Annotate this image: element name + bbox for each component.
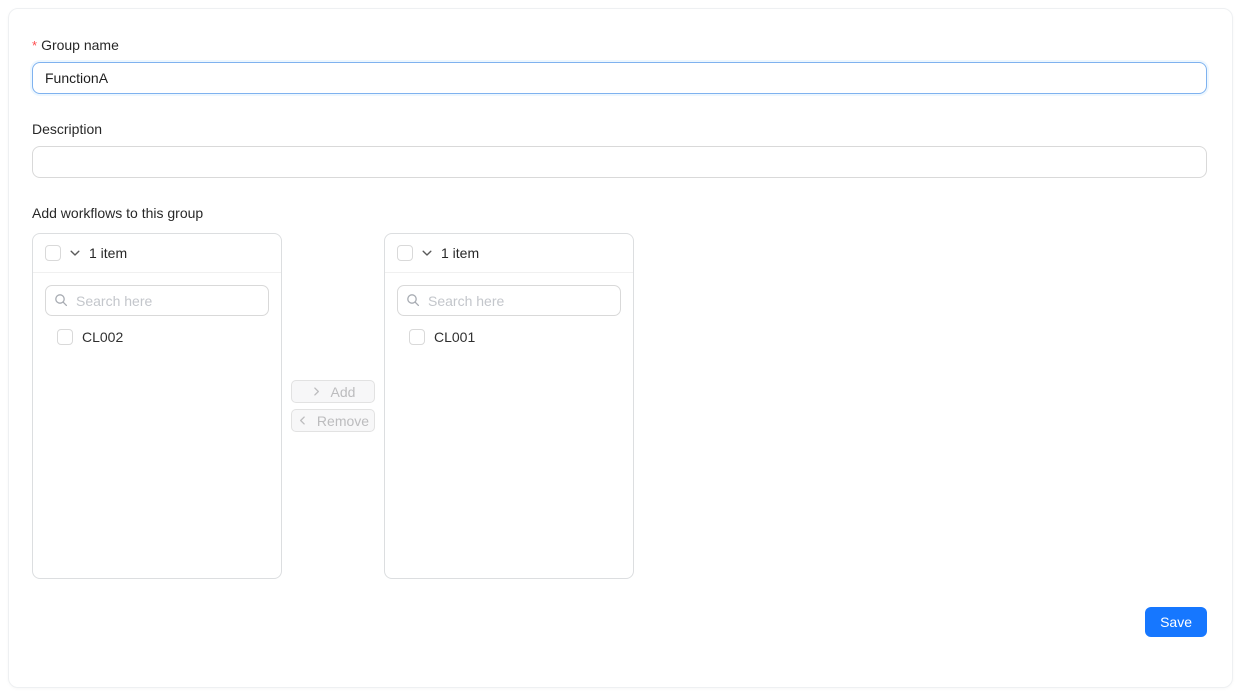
remove-button[interactable]: Remove xyxy=(291,409,375,432)
target-panel-header: 1 item xyxy=(385,234,633,273)
transfer-operations: Add Remove xyxy=(282,233,384,579)
required-asterisk: * xyxy=(32,38,37,53)
group-name-label: * Group name xyxy=(32,37,1207,53)
item-checkbox[interactable] xyxy=(409,329,425,345)
source-panel-header: 1 item xyxy=(33,234,281,273)
transfer-source-panel: 1 item CL002 xyxy=(32,233,282,579)
description-label-text: Description xyxy=(32,121,102,137)
item-label: CL001 xyxy=(434,329,475,345)
target-item-list: CL001 xyxy=(397,316,621,353)
add-button-label: Add xyxy=(331,384,356,400)
workflow-transfer: 1 item CL002 xyxy=(32,233,1207,579)
list-item[interactable]: CL001 xyxy=(397,321,621,353)
search-icon xyxy=(54,293,68,310)
item-label: CL002 xyxy=(82,329,123,345)
search-icon xyxy=(406,293,420,310)
target-search-box xyxy=(397,285,621,316)
source-select-all-checkbox[interactable] xyxy=(45,245,61,261)
description-label: Description xyxy=(32,121,1207,137)
item-checkbox[interactable] xyxy=(57,329,73,345)
source-search-box xyxy=(45,285,269,316)
workflows-label-text: Add workflows to this group xyxy=(32,205,203,221)
transfer-target-panel: 1 item CL001 xyxy=(384,233,634,579)
group-form-card: * Group name Description Add workflows t… xyxy=(8,8,1233,688)
source-count-label: 1 item xyxy=(89,245,127,261)
target-select-all-checkbox[interactable] xyxy=(397,245,413,261)
chevron-right-icon xyxy=(311,386,322,397)
chevron-down-icon[interactable] xyxy=(421,247,433,259)
source-search-input[interactable] xyxy=(45,285,269,316)
workflows-label: Add workflows to this group xyxy=(32,205,1207,221)
add-button[interactable]: Add xyxy=(291,380,375,403)
source-item-list: CL002 xyxy=(45,316,269,353)
chevron-down-icon[interactable] xyxy=(69,247,81,259)
target-count-label: 1 item xyxy=(441,245,479,261)
group-name-input[interactable] xyxy=(32,62,1207,94)
remove-button-label: Remove xyxy=(317,413,369,429)
save-button[interactable]: Save xyxy=(1145,607,1207,637)
list-item[interactable]: CL002 xyxy=(45,321,269,353)
form-footer: Save xyxy=(32,607,1207,637)
group-name-label-text: Group name xyxy=(41,37,119,53)
chevron-left-icon xyxy=(297,415,308,426)
description-input[interactable] xyxy=(32,146,1207,178)
target-panel-body: CL001 xyxy=(385,273,633,365)
target-search-input[interactable] xyxy=(397,285,621,316)
source-panel-body: CL002 xyxy=(33,273,281,365)
